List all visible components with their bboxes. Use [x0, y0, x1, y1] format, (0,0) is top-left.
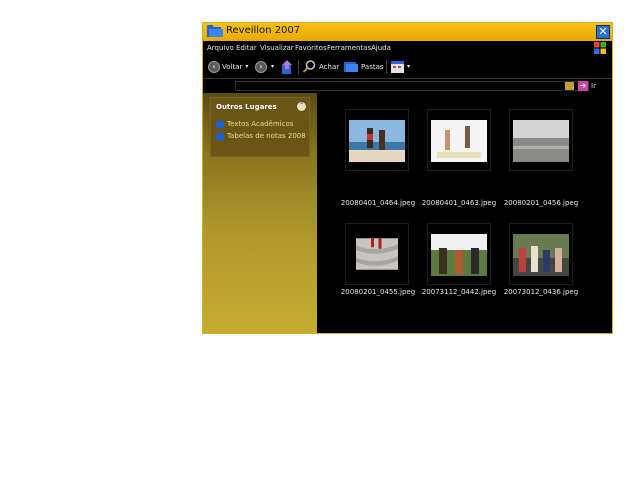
- file-name[interactable]: 20073012_0436.jpeg: [496, 288, 586, 296]
- link-label: Tabelas de notas 2008: [227, 132, 306, 140]
- file-thumbnail[interactable]: [345, 109, 409, 171]
- menu-editar[interactable]: Editar: [236, 44, 257, 52]
- close-icon: ✕: [598, 25, 608, 38]
- folder-icon: [207, 25, 223, 37]
- link-label: Textos Acadêmicos: [227, 120, 294, 128]
- address-input[interactable]: [235, 81, 589, 91]
- file-name[interactable]: 20080401_0464.jpeg: [333, 199, 423, 207]
- folders-label: Pastas: [361, 62, 384, 71]
- go-button[interactable]: ➔ Ir: [578, 81, 596, 91]
- folders-button[interactable]: Pastas: [344, 59, 384, 74]
- link-textos-academicos[interactable]: Textos Acadêmicos: [216, 120, 293, 128]
- link-tabelas-notas[interactable]: Tabelas de notas 2008: [216, 132, 306, 140]
- back-label: Voltar: [222, 62, 243, 71]
- explorer-window: Reveillon 2007 ✕ Arquivo Editar Visualiz…: [202, 22, 613, 334]
- task-pane: Outros Lugares ⌃ Textos Acadêmicos Tabel…: [203, 93, 317, 333]
- photo-thumbnail: [431, 120, 487, 162]
- chevron-down-icon: ▾: [407, 63, 411, 70]
- search-label: Achar: [319, 62, 340, 71]
- toolbar: ‹ Voltar ▾ › ▾ Achar Pastas ▾: [203, 55, 612, 78]
- views-button[interactable]: ▾: [391, 59, 410, 74]
- menu-favoritos[interactable]: Favoritos: [295, 44, 327, 52]
- photo-thumbnail: [513, 120, 569, 162]
- address-dropdown-button[interactable]: [565, 82, 574, 90]
- file-thumbnail[interactable]: [427, 223, 491, 285]
- menu-bar: Arquivo Editar Visualizar Favoritos Ferr…: [203, 41, 612, 55]
- file-thumbnail[interactable]: [509, 223, 573, 285]
- menu-visualizar[interactable]: Visualizar: [260, 44, 294, 52]
- collapse-icon[interactable]: ⌃: [297, 102, 306, 111]
- other-places-panel: Outros Lugares ⌃ Textos Acadêmicos Tabel…: [210, 97, 310, 157]
- chevron-down-icon: ▾: [271, 63, 275, 70]
- panel-title[interactable]: Outros Lugares: [216, 103, 277, 111]
- folder-icon: [216, 132, 224, 140]
- photo-thumbnail: [431, 234, 487, 276]
- folders-icon: [344, 62, 358, 72]
- back-button[interactable]: ‹ Voltar ▾: [208, 59, 248, 74]
- up-arrow-icon: [282, 59, 292, 74]
- address-bar: ➔ Ir: [203, 78, 612, 94]
- title-bar[interactable]: Reveillon 2007 ✕: [203, 23, 612, 41]
- forward-arrow-icon: ›: [255, 60, 267, 73]
- go-label: Ir: [591, 82, 596, 90]
- file-thumbnail[interactable]: [427, 109, 491, 171]
- search-icon: [303, 60, 316, 73]
- toolbar-separator: [386, 60, 387, 74]
- file-name[interactable]: 20080401_0463.jpeg: [414, 199, 504, 207]
- menu-ferramentas[interactable]: Ferramentas: [327, 44, 371, 52]
- windows-logo-icon: [594, 42, 606, 54]
- forward-button[interactable]: › ▾: [255, 59, 274, 74]
- up-folder-button[interactable]: [282, 59, 293, 74]
- go-arrow-icon: ➔: [578, 81, 588, 91]
- toolbar-separator: [298, 60, 299, 74]
- photo-thumbnail: [349, 120, 405, 162]
- file-thumbnail[interactable]: [509, 109, 573, 171]
- file-thumbnail[interactable]: [345, 223, 409, 285]
- menu-ajuda[interactable]: Ajuda: [371, 44, 391, 52]
- file-view: 20080401_0464.jpeg 20080401_0463.jpeg 20…: [317, 93, 612, 333]
- folder-icon: [216, 120, 224, 128]
- photo-thumbnail: [513, 234, 569, 276]
- file-name[interactable]: 20080201_0456.jpeg: [496, 199, 586, 207]
- window-title: Reveillon 2007: [226, 25, 301, 36]
- menu-arquivo[interactable]: Arquivo: [207, 44, 234, 52]
- views-icon: [391, 60, 404, 73]
- file-name[interactable]: 20073112_0442.jpeg: [414, 288, 504, 296]
- search-button[interactable]: Achar: [303, 59, 339, 74]
- close-button[interactable]: ✕: [596, 25, 610, 39]
- photo-thumbnail: [356, 238, 398, 270]
- chevron-down-icon: ▾: [245, 63, 249, 70]
- back-arrow-icon: ‹: [208, 60, 220, 73]
- file-name[interactable]: 20080201_0455.jpeg: [333, 288, 423, 296]
